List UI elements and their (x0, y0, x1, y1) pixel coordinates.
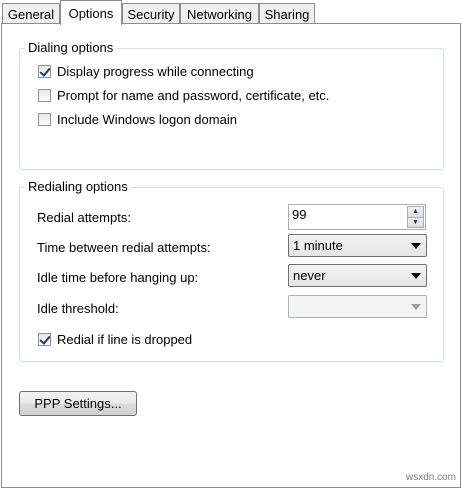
tab-networking-label: Networking (186, 6, 253, 22)
tab-options[interactable]: Options (60, 0, 122, 25)
redial-if-dropped-label: Redial if line is dropped (57, 331, 193, 347)
dropdown-arrow-icon (411, 304, 421, 310)
redial-attempts-value: 99 (292, 207, 307, 222)
display-progress-checkbox[interactable] (38, 64, 51, 78)
time-between-label: Time between redial attempts: (37, 240, 211, 255)
idle-time-value: never (293, 268, 326, 283)
spin-down-icon[interactable]: ▼ (407, 217, 424, 228)
redialing-options-title: Redialing options (25, 179, 131, 195)
redial-attempts-spinner[interactable]: 99 ▲ ▼ (288, 204, 426, 230)
tab-security-label: Security (127, 6, 175, 22)
spin-up-icon[interactable]: ▲ (407, 206, 424, 218)
tab-sharing[interactable]: Sharing (259, 3, 315, 24)
prompt-credentials-option[interactable]: Prompt for name and password, certificat… (38, 86, 329, 104)
idle-threshold-label: Idle threshold: (37, 301, 119, 316)
watermark: wsxdn.com (405, 472, 456, 483)
redial-if-dropped-checkbox[interactable] (38, 332, 51, 346)
dropdown-arrow-icon (411, 243, 421, 249)
prompt-credentials-label: Prompt for name and password, certificat… (57, 87, 330, 103)
ppp-settings-button[interactable]: PPP Settings... (19, 391, 137, 416)
idle-threshold-select[interactable] (288, 295, 427, 318)
spin-buttons: ▲ ▼ (407, 206, 424, 228)
tab-options-label: Options (68, 5, 114, 21)
options-panel: Dialing options Display progress while c… (1, 23, 461, 488)
tab-sharing-label: Sharing (264, 6, 310, 22)
time-between-value: 1 minute (293, 238, 343, 253)
redial-if-dropped-option[interactable]: Redial if line is dropped (38, 330, 192, 348)
redialing-options-group: Redialing options Redial attempts: 99 ▲ … (19, 179, 444, 362)
include-logon-domain-checkbox[interactable] (38, 112, 51, 126)
dialing-options-title: Dialing options (25, 40, 117, 56)
include-logon-domain-option[interactable]: Include Windows logon domain (38, 110, 237, 128)
tab-general-label: General (7, 6, 55, 22)
dropdown-arrow-icon (411, 273, 421, 279)
idle-time-label: Idle time before hanging up: (37, 270, 199, 285)
display-progress-label: Display progress while connecting (57, 63, 254, 79)
time-between-select[interactable]: 1 minute (288, 234, 427, 257)
display-progress-option[interactable]: Display progress while connecting (38, 62, 254, 80)
redial-attempts-label: Redial attempts: (37, 210, 131, 225)
prompt-credentials-checkbox[interactable] (38, 88, 51, 102)
ppp-settings-label: PPP Settings... (34, 396, 122, 411)
tab-general[interactable]: General (2, 3, 60, 24)
dialing-options-group: Dialing options Display progress while c… (19, 40, 444, 170)
tab-networking[interactable]: Networking (180, 3, 259, 24)
tab-security[interactable]: Security (122, 3, 180, 24)
include-logon-domain-label: Include Windows logon domain (57, 111, 237, 127)
idle-time-select[interactable]: never (288, 264, 427, 287)
